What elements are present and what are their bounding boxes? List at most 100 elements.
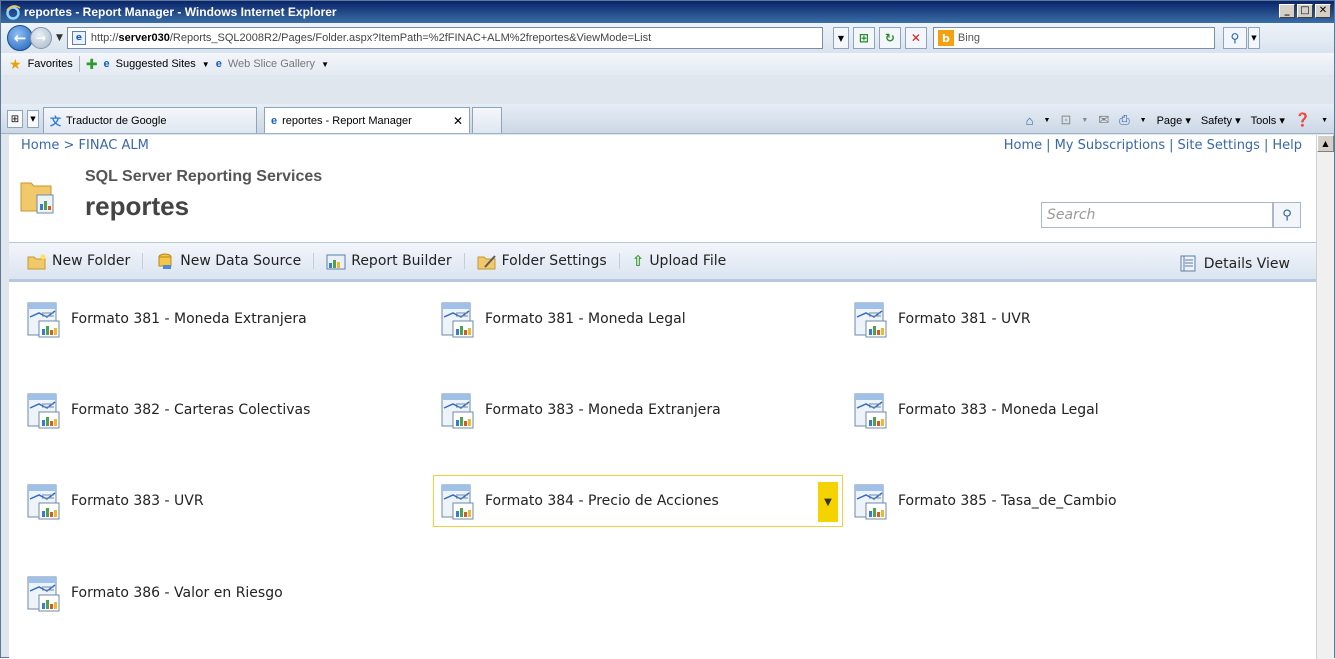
report-item[interactable]: Formato 381 - UVR bbox=[852, 293, 1031, 345]
report-item[interactable]: Formato 386 - Valor en Riesgo bbox=[25, 567, 283, 619]
folder-settings-icon bbox=[477, 254, 496, 269]
report-name[interactable]: Formato 385 - Tasa_de_Cambio bbox=[898, 493, 1117, 509]
item-dropdown-icon[interactable]: ▼ bbox=[818, 482, 838, 522]
tab-list-dropdown[interactable]: ▼ bbox=[27, 110, 39, 128]
close-tab-icon[interactable]: ✕ bbox=[453, 114, 463, 128]
folder-toolbar: New Folder New Data Source Report Builde… bbox=[9, 242, 1316, 282]
search-icon[interactable]: ⚲ bbox=[1222, 27, 1247, 49]
address-bar[interactable]: e http://server030/Reports_SQL2008R2/Pag… bbox=[66, 27, 823, 49]
upload-file-button[interactable]: ⇧ Upload File bbox=[632, 252, 727, 270]
breadcrumb[interactable]: Home > FINAC ALM bbox=[21, 138, 149, 153]
chevron-down-icon[interactable]: ▼ bbox=[1081, 117, 1088, 124]
home-icon[interactable]: ⌂ bbox=[1026, 113, 1034, 128]
report-item[interactable]: Formato 385 - Tasa_de_Cambio bbox=[852, 475, 1117, 527]
my-subscriptions-link[interactable]: My Subscriptions bbox=[1055, 138, 1166, 153]
help-icon[interactable]: ❓ bbox=[1295, 112, 1311, 128]
report-item[interactable]: Formato 384 - Precio de Acciones ▼ bbox=[433, 475, 843, 527]
report-name[interactable]: Formato 382 - Carteras Colectivas bbox=[71, 402, 310, 418]
report-item[interactable]: Formato 383 - Moneda Extranjera bbox=[439, 384, 721, 436]
help-link[interactable]: Help bbox=[1272, 138, 1302, 153]
report-builder-icon bbox=[326, 254, 346, 269]
stop-icon[interactable]: ✕ bbox=[904, 27, 927, 49]
divider bbox=[618, 253, 620, 269]
refresh-icon[interactable]: ↻ bbox=[878, 27, 901, 49]
suggested-sites-link[interactable]: Suggested Sites bbox=[116, 58, 196, 70]
chevron-down-icon[interactable]: ▼ bbox=[1321, 117, 1328, 124]
add-favorite-icon[interactable]: ✚ bbox=[86, 56, 98, 73]
safety-menu[interactable]: Safety ▾ bbox=[1201, 114, 1241, 127]
details-view-button[interactable]: Details View bbox=[1178, 255, 1290, 272]
report-builder-button[interactable]: Report Builder bbox=[326, 253, 452, 270]
report-name[interactable]: Formato 383 - Moneda Extranjera bbox=[485, 402, 721, 418]
page-title: reportes bbox=[85, 191, 190, 221]
minimize-button[interactable]: _ bbox=[1279, 4, 1295, 18]
translate-icon: 文 bbox=[50, 115, 61, 128]
report-icon bbox=[441, 302, 474, 338]
chevron-down-icon[interactable]: ▼ bbox=[1140, 117, 1147, 124]
report-icon bbox=[441, 484, 474, 520]
report-icon bbox=[27, 393, 60, 429]
print-icon[interactable]: ⎙ bbox=[1119, 112, 1129, 128]
report-name[interactable]: Formato 383 - Moneda Legal bbox=[898, 402, 1099, 418]
new-folder-button[interactable]: New Folder bbox=[27, 253, 130, 270]
report-name[interactable]: Formato 384 - Precio de Acciones bbox=[485, 493, 719, 509]
page-menu[interactable]: Page ▾ bbox=[1157, 114, 1191, 127]
title-bar: reportes - Report Manager - Windows Inte… bbox=[1, 1, 1334, 23]
top-links: Home | My Subscriptions | Site Settings | Help bbox=[1004, 138, 1302, 153]
favorites-button[interactable]: Favorites bbox=[28, 58, 73, 70]
page-icon: e bbox=[71, 31, 86, 45]
report-item[interactable]: Formato 381 - Moneda Legal bbox=[439, 293, 686, 345]
tab-report-manager[interactable]: e reportes - Report Manager ✕ bbox=[264, 107, 470, 133]
home-link[interactable]: Home bbox=[1004, 138, 1042, 153]
folder-settings-label: Folder Settings bbox=[501, 253, 607, 269]
url-prefix: http:// bbox=[90, 32, 119, 44]
new-tab-button[interactable] bbox=[472, 107, 502, 133]
tools-menu[interactable]: Tools ▾ bbox=[1251, 114, 1285, 127]
mail-icon[interactable]: ✉ bbox=[1098, 112, 1109, 128]
upload-arrow-icon: ⇧ bbox=[631, 252, 645, 270]
ie-page-icon: e bbox=[271, 114, 278, 127]
favorites-star-icon[interactable]: ★ bbox=[9, 56, 22, 73]
address-dropdown-button[interactable]: ▼ bbox=[832, 27, 849, 49]
report-item[interactable]: Formato 383 - Moneda Legal bbox=[852, 384, 1099, 436]
report-name[interactable]: Formato 386 - Valor en Riesgo bbox=[71, 585, 283, 601]
report-item[interactable]: Formato 381 - Moneda Extranjera bbox=[25, 293, 307, 345]
report-icon bbox=[27, 484, 60, 520]
report-name[interactable]: Formato 381 - Moneda Extranjera bbox=[71, 311, 307, 327]
bing-search-input[interactable]: b Bing bbox=[932, 27, 1215, 49]
divider bbox=[142, 253, 144, 269]
url-host: server030 bbox=[118, 32, 170, 44]
maximize-button[interactable]: □ bbox=[1297, 4, 1313, 18]
site-settings-link[interactable]: Site Settings bbox=[1178, 138, 1260, 153]
safety-menu-label: Safety bbox=[1200, 114, 1233, 127]
close-window-button[interactable]: ✕ bbox=[1315, 4, 1331, 18]
scroll-up-arrow[interactable]: ▲ bbox=[1317, 135, 1334, 152]
report-name[interactable]: Formato 383 - UVR bbox=[71, 493, 204, 509]
tab-label: Traductor de Google bbox=[66, 114, 167, 127]
tab-google-translate[interactable]: 文 Traductor de Google bbox=[43, 107, 257, 133]
upload-file-label: Upload File bbox=[649, 253, 727, 269]
report-name[interactable]: Formato 381 - UVR bbox=[898, 311, 1031, 327]
report-item[interactable]: Formato 382 - Carteras Colectivas bbox=[25, 384, 310, 436]
chevron-down-icon[interactable]: ▼ bbox=[1044, 117, 1051, 124]
web-slice-gallery-link[interactable]: Web Slice Gallery bbox=[228, 58, 315, 70]
feeds-icon[interactable]: ⊡ bbox=[1060, 112, 1071, 128]
ie-page-icon: e bbox=[215, 58, 222, 70]
quick-tabs-icon[interactable]: ⊞ bbox=[7, 110, 23, 128]
search-icon[interactable]: ⚲ bbox=[1273, 202, 1301, 228]
report-icon bbox=[27, 302, 60, 338]
chevron-down-icon[interactable]: ▼ bbox=[321, 60, 329, 69]
report-item[interactable]: Formato 383 - UVR bbox=[25, 475, 204, 527]
search-input[interactable]: Search bbox=[1041, 202, 1273, 228]
divider: | bbox=[1169, 138, 1174, 153]
new-data-source-button[interactable]: New Data Source bbox=[155, 253, 301, 270]
compatibility-view-icon[interactable]: ⊞ bbox=[852, 27, 875, 49]
vertical-scrollbar[interactable]: ▲ bbox=[1316, 135, 1334, 659]
history-dropdown-icon[interactable]: ▼ bbox=[56, 33, 63, 43]
report-name[interactable]: Formato 381 - Moneda Legal bbox=[485, 311, 686, 327]
search-options-dropdown[interactable]: ▼ bbox=[1247, 27, 1260, 49]
folder-settings-button[interactable]: Folder Settings bbox=[477, 253, 607, 270]
forward-button[interactable]: → bbox=[30, 27, 52, 49]
divider: | bbox=[1263, 138, 1269, 153]
chevron-down-icon[interactable]: ▼ bbox=[202, 60, 210, 69]
